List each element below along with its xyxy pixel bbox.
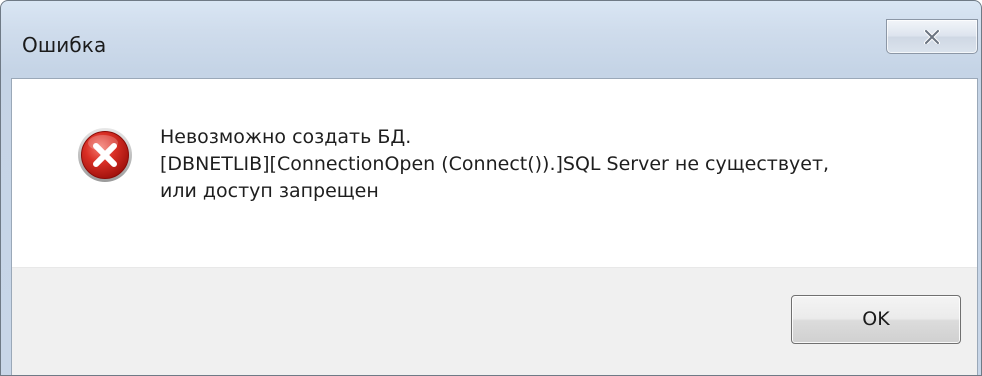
message-line: или доступ запрещен [160,180,379,202]
error-message: Невозможно создать БД. [DBNETLIB][Connec… [160,124,829,205]
message-line: Невозможно создать БД. [160,126,412,148]
dialog-client-area: Невозможно создать БД. [DBNETLIB][Connec… [11,78,978,375]
close-button[interactable] [886,19,978,54]
ok-button[interactable]: OK [791,295,961,344]
title-bar[interactable]: Ошибка [1,1,981,79]
message-line: [DBNETLIB][ConnectionOpen (Connect()).]S… [160,153,830,175]
window-title: Ошибка [22,33,107,57]
close-icon [924,30,940,44]
error-dialog-window: Ошибка Невозможно создать БД. [DBNETLIB]… [0,0,982,376]
message-area: Невозможно создать БД. [DBNETLIB][Connec… [12,79,977,267]
error-icon [78,128,132,182]
button-bar: OK [12,267,977,375]
